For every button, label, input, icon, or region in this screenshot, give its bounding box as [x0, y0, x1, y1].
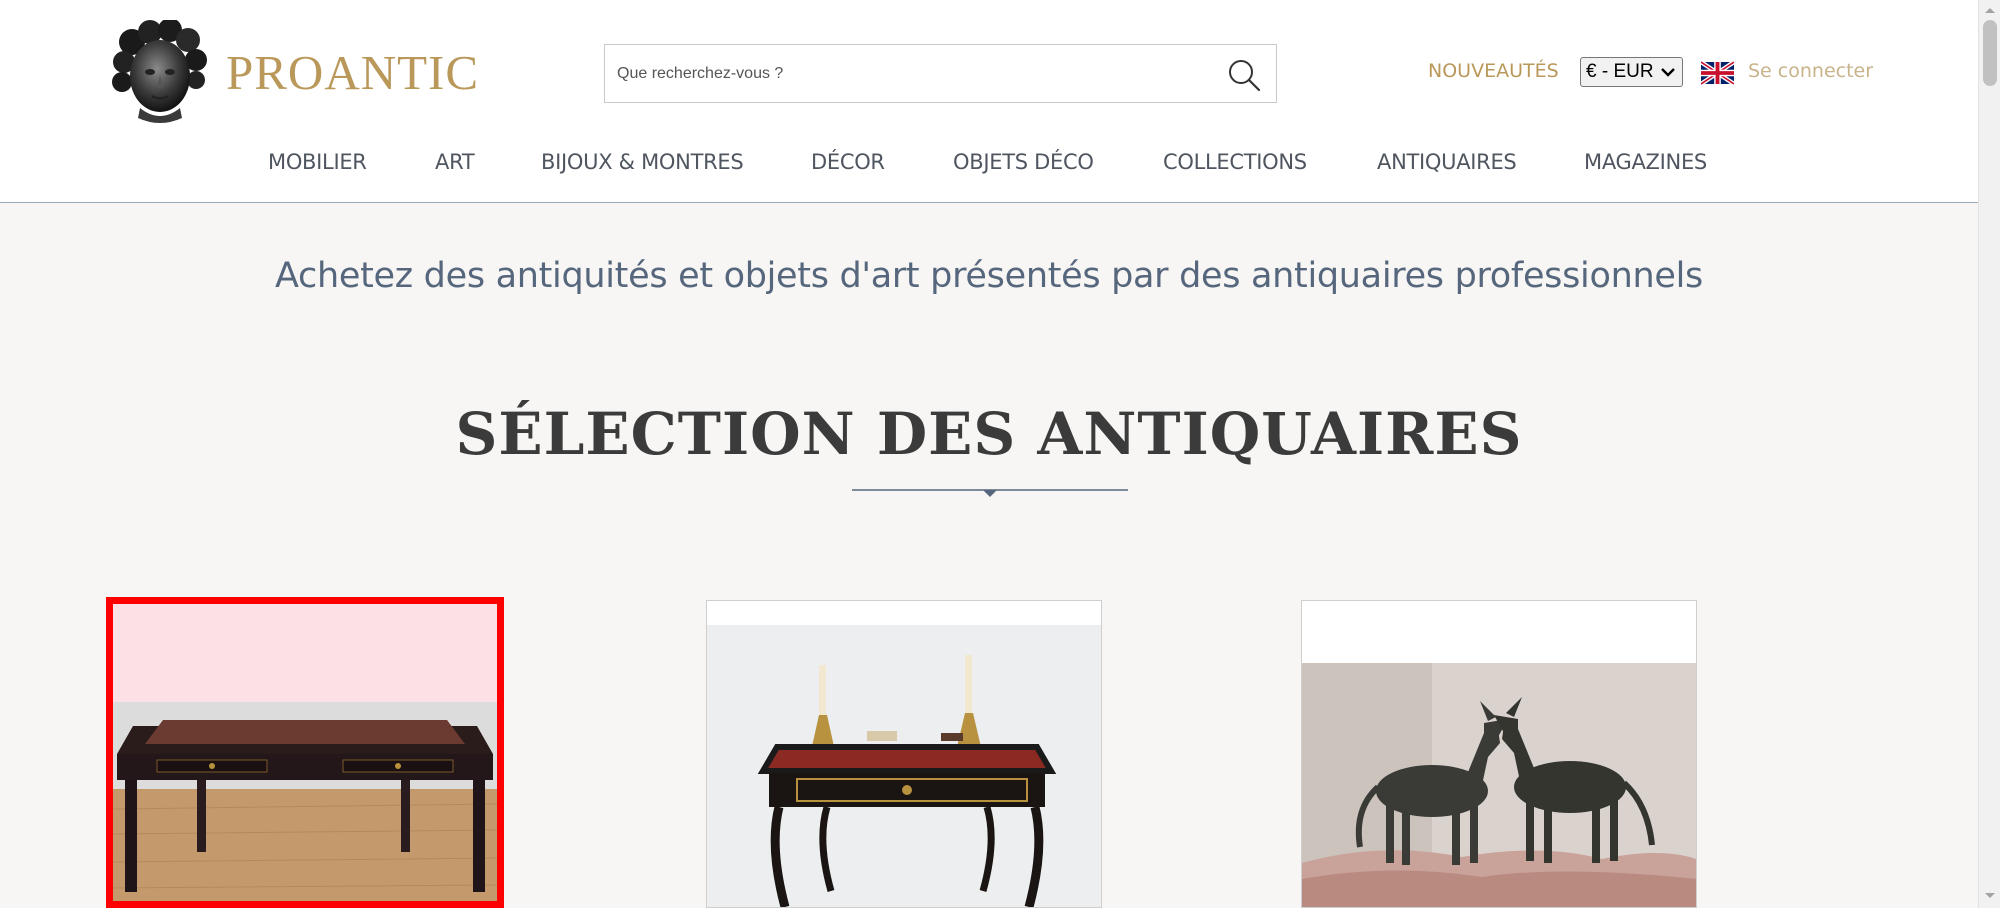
title-divider — [852, 489, 1128, 497]
logo-head-icon — [112, 20, 207, 123]
nav-item-mobilier[interactable]: MOBILIER — [268, 150, 367, 174]
search-bar — [604, 44, 1277, 103]
search-input[interactable] — [605, 45, 1205, 102]
uk-flag-icon[interactable] — [1701, 61, 1734, 85]
product-image — [1302, 601, 1696, 907]
chevron-down-icon — [1661, 68, 1675, 77]
logo[interactable]: PROANTIC — [110, 20, 479, 124]
nav-item-decor[interactable]: DÉCOR — [811, 150, 885, 174]
nav-item-bijoux-montres[interactable]: BIJOUX & MONTRES — [541, 150, 744, 174]
header: PROANTIC NOUVEAUTÉS € - EUR Se connecter… — [0, 0, 1978, 203]
section-title: SÉLECTION DES ANTIQUAIRES — [455, 400, 1523, 468]
tagline: Achetez des antiquités et objets d'art p… — [275, 256, 1703, 296]
nouveautes-link[interactable]: NOUVEAUTÉS — [1428, 60, 1559, 82]
product-image — [113, 604, 497, 901]
logo-text: PROANTIC — [226, 44, 480, 100]
nav-item-magazines[interactable]: MAGAZINES — [1584, 150, 1707, 174]
currency-select[interactable]: € - EUR — [1580, 57, 1683, 87]
product-image — [707, 601, 1101, 907]
product-card[interactable] — [1301, 600, 1697, 908]
login-link[interactable]: Se connecter — [1748, 60, 1873, 82]
scroll-up-arrow-icon[interactable] — [1984, 6, 1996, 14]
product-card[interactable] — [706, 600, 1102, 908]
nav-item-antiquaires[interactable]: ANTIQUAIRES — [1377, 150, 1517, 174]
nav-item-art[interactable]: ART — [435, 150, 475, 174]
scroll-thumb[interactable] — [1983, 20, 1997, 86]
product-card[interactable] — [106, 597, 504, 908]
currency-value: € - EUR — [1586, 61, 1654, 82]
page-scrollbar[interactable] — [1978, 0, 2000, 908]
nav-item-objets-deco[interactable]: OBJETS DÉCO — [953, 150, 1094, 174]
search-icon[interactable] — [1226, 57, 1262, 93]
nav-item-collections[interactable]: COLLECTIONS — [1163, 150, 1307, 174]
scroll-down-arrow-icon[interactable] — [1984, 892, 1996, 900]
main-nav: MOBILIER ART BIJOUX & MONTRES DÉCOR OBJE… — [0, 150, 1978, 180]
